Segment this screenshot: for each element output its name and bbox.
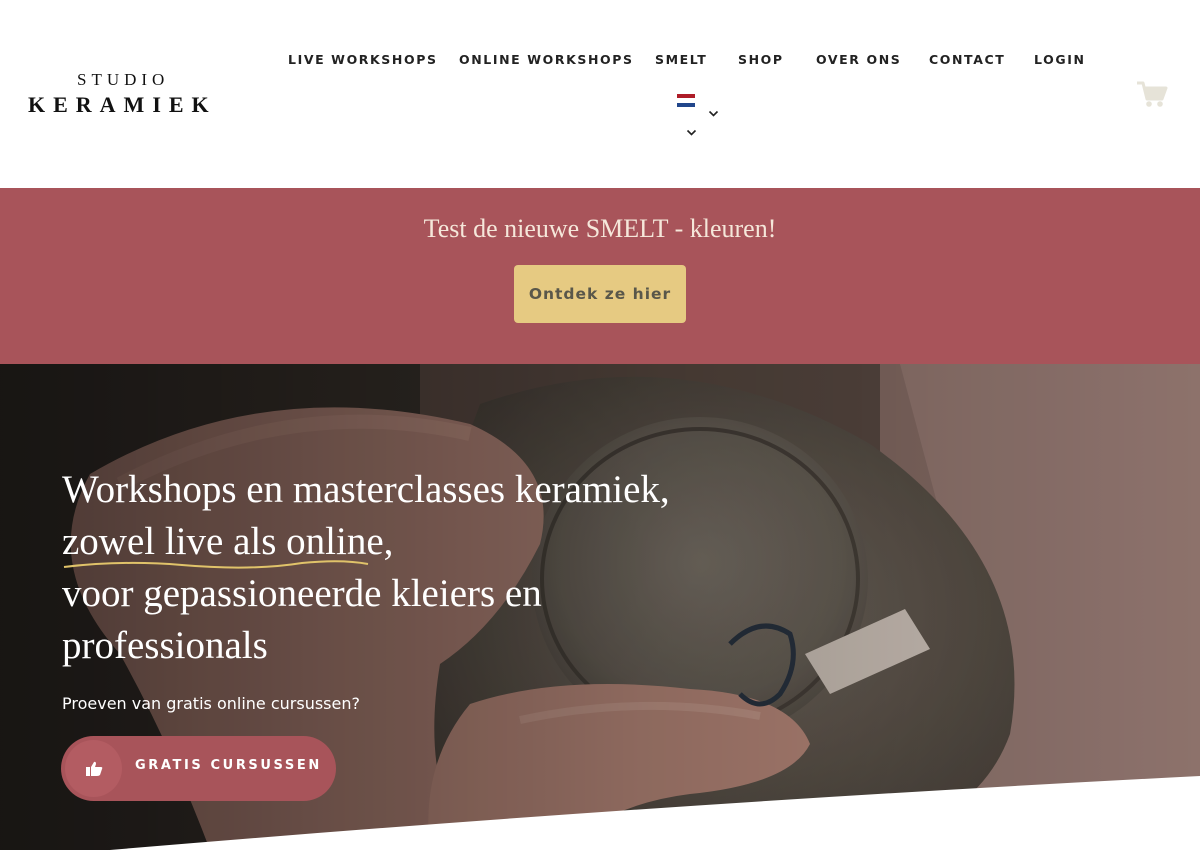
shopping-cart-icon[interactable] [1136, 80, 1168, 108]
nav-login[interactable]: LOGIN [1034, 52, 1086, 67]
hero-subtitle: Proeven van gratis online cursussen? [62, 694, 360, 713]
thumbs-up-pointing-hand-icon [86, 761, 103, 776]
cta-icon-circle [65, 740, 122, 797]
hero-heading-line-3: voor gepassioneerde kleiers en [62, 572, 542, 615]
hero-section: Workshops en masterclasses keramiek, zow… [0, 364, 1200, 850]
free-courses-button[interactable]: GRATIS CURSUSSEN [61, 736, 336, 801]
nav-live-workshops[interactable]: LIVE WORKSHOPS [288, 52, 438, 67]
logo-line-keramiek: KERAMIEK [28, 92, 217, 117]
discover-colors-button[interactable]: Ontdek ze hier [514, 265, 686, 323]
promo-banner: Test de nieuwe SMELT - kleuren! Ontdek z… [0, 188, 1200, 364]
nav-shop[interactable]: SHOP [738, 52, 784, 67]
logo-line-studio: STUDIO [77, 70, 170, 89]
promo-title: Test de nieuwe SMELT - kleuren! [423, 214, 777, 243]
nav-online-workshops[interactable]: ONLINE WORKSHOPS [459, 52, 634, 67]
cta-label: GRATIS CURSUSSEN [135, 758, 322, 773]
site-header: STUDIO KERAMIEK LIVE WORKSHOPS ONLINE WO… [0, 0, 1200, 188]
hero-heading-line-1: Workshops en masterclasses keramiek, [62, 468, 670, 511]
hero-heading-line-4: professionals [62, 624, 268, 667]
nav-smelt[interactable]: SMELT [655, 52, 707, 67]
nav-over-ons[interactable]: OVER ONS [816, 52, 901, 67]
netherlands-flag-icon[interactable] [677, 94, 695, 107]
handdrawn-underline-decoration [63, 560, 369, 569]
menu-chevron-down-icon[interactable] [686, 129, 697, 137]
nav-contact[interactable]: CONTACT [929, 52, 1005, 67]
language-chevron-down-icon[interactable] [708, 110, 719, 118]
